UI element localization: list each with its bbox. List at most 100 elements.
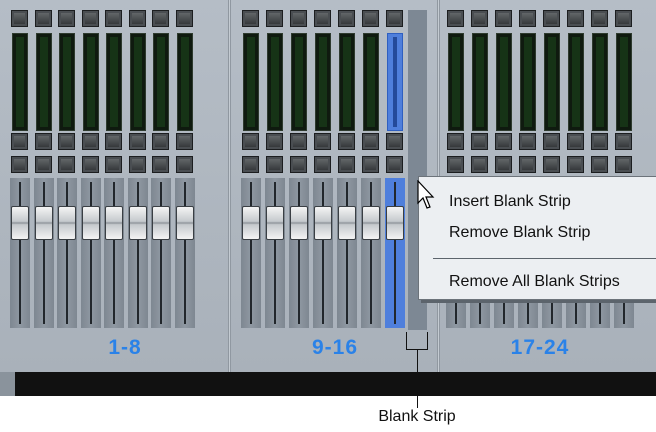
strip-button[interactable] (567, 133, 584, 150)
level-meter (177, 33, 193, 131)
strip-button[interactable] (290, 10, 307, 27)
strip-button[interactable] (266, 133, 283, 150)
strip-button[interactable] (338, 10, 355, 27)
fader-handle[interactable] (386, 206, 404, 240)
strip-button[interactable] (314, 156, 331, 173)
strip-button[interactable] (152, 156, 169, 173)
strip-button[interactable] (495, 133, 512, 150)
strip-button[interactable] (129, 156, 146, 173)
strip-button[interactable] (567, 10, 584, 27)
strip-button[interactable] (290, 133, 307, 150)
strip-button[interactable] (35, 156, 52, 173)
fader-handle[interactable] (266, 206, 284, 240)
strip-button[interactable] (386, 156, 403, 173)
strip-button[interactable] (176, 133, 193, 150)
strip-button[interactable] (11, 10, 28, 27)
strip-button[interactable] (129, 10, 146, 27)
strip-button[interactable] (105, 10, 122, 27)
strip-button[interactable] (543, 10, 560, 27)
strip-button[interactable] (152, 133, 169, 150)
strip-button[interactable] (362, 10, 379, 27)
strip-button[interactable] (386, 10, 403, 27)
strip-button[interactable] (82, 156, 99, 173)
strip-button[interactable] (35, 133, 52, 150)
strip-button[interactable] (495, 10, 512, 27)
strip-button[interactable] (495, 156, 512, 173)
fader-handle[interactable] (105, 206, 123, 240)
channel-strip (313, 10, 333, 328)
strip-button[interactable] (242, 156, 259, 173)
strip-button[interactable] (58, 133, 75, 150)
strip-button[interactable] (290, 156, 307, 173)
fader-handle[interactable] (362, 206, 380, 240)
strip-button[interactable] (129, 133, 146, 150)
strip-button[interactable] (471, 156, 488, 173)
fader-handle[interactable] (58, 206, 76, 240)
strip-button[interactable] (567, 156, 584, 173)
strip-button[interactable] (58, 10, 75, 27)
strip-button[interactable] (543, 133, 560, 150)
menu-item-remove-all-blank-strips[interactable]: Remove All Blank Strips (449, 273, 620, 291)
strip-button[interactable] (543, 156, 560, 173)
fader-handle[interactable] (82, 206, 100, 240)
strip-button[interactable] (447, 10, 464, 27)
strip-button[interactable] (447, 133, 464, 150)
strip-button[interactable] (362, 133, 379, 150)
menu-item-insert-blank-strip[interactable]: Insert Blank Strip (449, 193, 571, 211)
strip-button[interactable] (105, 133, 122, 150)
fader-track (160, 182, 162, 324)
strip-button[interactable] (615, 156, 632, 173)
level-meter (243, 33, 259, 131)
bank-label-9-16[interactable]: 9-16 (290, 336, 380, 360)
fader-track (19, 182, 21, 324)
strip-button[interactable] (314, 10, 331, 27)
strip-button[interactable] (35, 10, 52, 27)
strip-button[interactable] (519, 10, 536, 27)
callout-line (417, 350, 418, 408)
fader-handle[interactable] (129, 206, 147, 240)
strip-button[interactable] (242, 133, 259, 150)
fader-handle[interactable] (35, 206, 53, 240)
strip-button[interactable] (176, 10, 193, 27)
strip-button[interactable] (615, 10, 632, 27)
strip-button[interactable] (176, 156, 193, 173)
bank-label-1-8[interactable]: 1-8 (80, 336, 170, 360)
strip-button[interactable] (386, 133, 403, 150)
fader-handle[interactable] (152, 206, 170, 240)
strip-button[interactable] (471, 133, 488, 150)
fader-track (394, 182, 396, 324)
strip-button[interactable] (82, 10, 99, 27)
strip-button[interactable] (11, 133, 28, 150)
fader-track (66, 182, 68, 324)
strip-button[interactable] (615, 133, 632, 150)
strip-button[interactable] (591, 10, 608, 27)
strip-button[interactable] (471, 10, 488, 27)
strip-button[interactable] (591, 133, 608, 150)
menu-item-remove-blank-strip[interactable]: Remove Blank Strip (449, 224, 590, 242)
strip-button[interactable] (266, 156, 283, 173)
strip-button[interactable] (11, 156, 28, 173)
strip-button[interactable] (314, 133, 331, 150)
strip-button[interactable] (242, 10, 259, 27)
bottom-bar (15, 372, 656, 396)
strip-button[interactable] (82, 133, 99, 150)
strip-button[interactable] (105, 156, 122, 173)
strip-button[interactable] (266, 10, 283, 27)
fader-handle[interactable] (176, 206, 194, 240)
strip-button[interactable] (338, 156, 355, 173)
strip-button[interactable] (447, 156, 464, 173)
strip-button[interactable] (338, 133, 355, 150)
strip-button[interactable] (591, 156, 608, 173)
strip-button[interactable] (362, 156, 379, 173)
fader-handle[interactable] (242, 206, 260, 240)
fader-handle[interactable] (11, 206, 29, 240)
bank-label-17-24[interactable]: 17-24 (495, 336, 585, 360)
fader-handle[interactable] (314, 206, 332, 240)
strip-button[interactable] (152, 10, 169, 27)
fader-handle[interactable] (290, 206, 308, 240)
strip-button[interactable] (58, 156, 75, 173)
channel-strip (337, 10, 357, 328)
strip-button[interactable] (519, 133, 536, 150)
strip-button[interactable] (519, 156, 536, 173)
fader-handle[interactable] (338, 206, 356, 240)
